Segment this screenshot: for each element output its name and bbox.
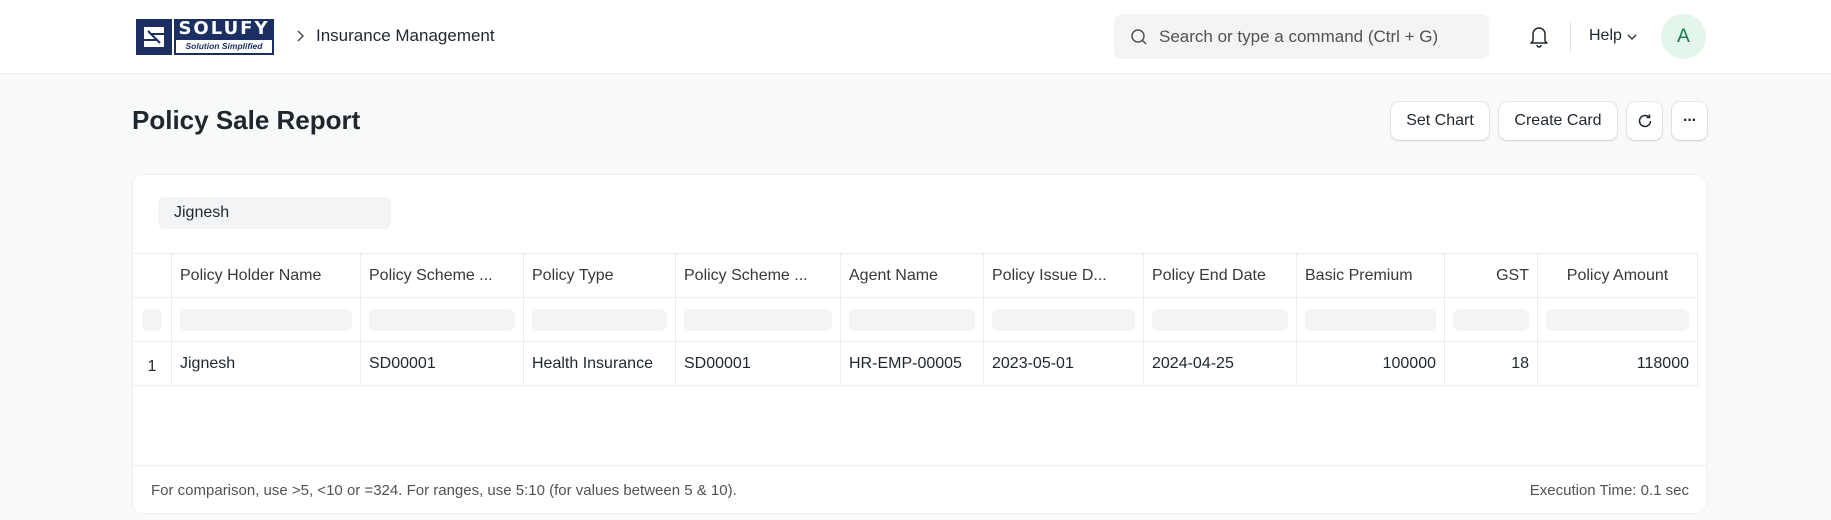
report-card: Policy Holder Name Policy Scheme ... Polic… xyxy=(132,174,1707,514)
column-header-label: Policy Type xyxy=(532,266,614,284)
notification-bell-icon[interactable] xyxy=(1528,24,1550,48)
table-body: 1 Jignesh SD00001 Health Insurance SD00001 HR… xyxy=(133,342,1698,386)
more-actions-button[interactable]: ··· xyxy=(1672,102,1707,140)
column-filter-input[interactable] xyxy=(1546,308,1689,331)
column-filter-input[interactable] xyxy=(1152,308,1288,331)
column-header[interactable]: Policy Holder Name xyxy=(172,254,361,297)
page-title: Policy Sale Report xyxy=(132,105,361,135)
chevron-down-icon xyxy=(1627,34,1637,40)
logo-wordmark: SOLUFY Solution Simplified xyxy=(174,19,274,55)
table-cell[interactable]: SD00001 xyxy=(676,342,841,385)
column-filter-cell xyxy=(841,298,984,341)
report-footer: For comparison, use >5, <10 or =324. For… xyxy=(133,465,1706,513)
column-filter-cell xyxy=(524,298,676,341)
row-index-header xyxy=(133,254,172,297)
navbar-divider xyxy=(1570,22,1571,52)
help-label: Help xyxy=(1589,27,1622,44)
awesomebar-search[interactable] xyxy=(1114,14,1489,59)
column-filter-input[interactable] xyxy=(369,308,515,331)
table-cell[interactable]: 118000 xyxy=(1538,342,1698,385)
execution-time: Execution Time: 0.1 sec xyxy=(1529,482,1689,499)
column-filter-input[interactable] xyxy=(142,308,162,331)
column-filter-input[interactable] xyxy=(992,308,1135,331)
table-cell[interactable]: SD00001 xyxy=(361,342,524,385)
column-header[interactable]: Basic Premium xyxy=(1297,254,1445,297)
table-header-row: Policy Holder Name Policy Scheme ... Polic… xyxy=(133,254,1698,298)
column-header-label: Basic Premium xyxy=(1305,266,1413,284)
column-header[interactable]: Policy Issue D... xyxy=(984,254,1144,297)
logo-brand: SOLUFY xyxy=(178,18,270,39)
column-filter-input[interactable] xyxy=(1453,308,1529,331)
app-logo[interactable]: SOLUFY Solution Simplified xyxy=(136,19,274,55)
column-header-label: Policy Issue D... xyxy=(992,266,1107,284)
refresh-icon xyxy=(1638,114,1651,128)
column-filter-input[interactable] xyxy=(1305,308,1436,331)
column-filter-input[interactable] xyxy=(684,308,832,331)
row-index-filter-cell xyxy=(133,298,172,341)
column-header[interactable]: Policy End Date xyxy=(1144,254,1297,297)
navbar: SOLUFY Solution Simplified Insurance Man… xyxy=(0,0,1831,74)
breadcrumb-insurance-management[interactable]: Insurance Management xyxy=(316,26,495,46)
column-header-label: Policy End Date xyxy=(1152,266,1266,284)
user-avatar[interactable]: A xyxy=(1661,14,1706,59)
column-header[interactable]: Agent Name xyxy=(841,254,984,297)
search-icon xyxy=(1131,29,1147,45)
column-header-label: Policy Scheme ... xyxy=(369,266,493,284)
table-cell[interactable]: Health Insurance xyxy=(524,342,676,385)
column-header-label: Policy Scheme ... xyxy=(684,266,808,284)
column-header-label: Policy Amount xyxy=(1566,266,1669,284)
table-cell[interactable]: Jignesh xyxy=(172,342,361,385)
column-header[interactable]: Policy Scheme ... xyxy=(361,254,524,297)
table-cell[interactable]: 2023-05-01 xyxy=(984,342,1144,385)
table-cell[interactable]: 100000 xyxy=(1297,342,1445,385)
refresh-button[interactable] xyxy=(1627,102,1662,140)
set-chart-button[interactable]: Set Chart xyxy=(1391,102,1489,140)
column-filter-input[interactable] xyxy=(180,308,352,331)
column-header[interactable]: Policy Scheme ... xyxy=(676,254,841,297)
logo-s-icon xyxy=(136,19,172,55)
report-datatable: Policy Holder Name Policy Scheme ... Polic… xyxy=(133,253,1698,386)
row-index: 1 xyxy=(133,342,172,385)
column-header-label: GST xyxy=(1496,266,1529,284)
search-input[interactable] xyxy=(1159,14,1479,59)
column-filter-cell xyxy=(676,298,841,341)
table-row[interactable]: 1 Jignesh SD00001 Health Insurance SD00001 HR… xyxy=(133,342,1698,386)
more-icon: ··· xyxy=(1683,112,1697,129)
column-filter-cell xyxy=(1144,298,1297,341)
column-header-label: Agent Name xyxy=(849,266,938,284)
table-cell[interactable]: 2024-04-25 xyxy=(1144,342,1297,385)
table-cell[interactable]: HR-EMP-00005 xyxy=(841,342,984,385)
column-filter-cell xyxy=(1297,298,1445,341)
filter-hint-text: For comparison, use >5, <10 or =324. For… xyxy=(151,482,737,499)
breadcrumb-chevron-icon xyxy=(297,30,305,42)
column-filter-cell xyxy=(361,298,524,341)
column-header[interactable]: Policy Amount xyxy=(1538,254,1698,297)
column-filter-cell xyxy=(172,298,361,341)
column-header[interactable]: GST xyxy=(1445,254,1538,297)
column-header-label: Policy Holder Name xyxy=(180,266,322,284)
table-filter-row xyxy=(133,298,1698,342)
help-dropdown[interactable]: Help xyxy=(1589,26,1637,46)
column-filter-input[interactable] xyxy=(532,308,667,331)
column-filter-cell xyxy=(1445,298,1538,341)
create-card-button[interactable]: Create Card xyxy=(1499,102,1617,140)
column-filter-input[interactable] xyxy=(849,308,975,331)
policy-holder-filter[interactable] xyxy=(158,197,391,229)
table-cell[interactable]: 18 xyxy=(1445,342,1538,385)
logo-tagline: Solution Simplified xyxy=(176,40,272,53)
column-filter-cell xyxy=(984,298,1144,341)
column-filter-cell xyxy=(1538,298,1698,341)
column-header[interactable]: Policy Type xyxy=(524,254,676,297)
